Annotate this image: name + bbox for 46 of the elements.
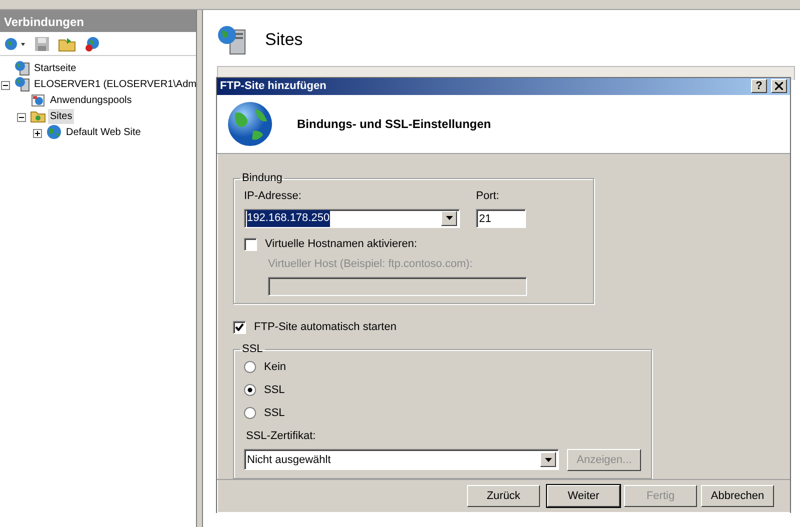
field-label: IP-Adresse: xyxy=(244,189,302,204)
globe-connect-icon[interactable] xyxy=(4,36,26,52)
page-title: Sites xyxy=(265,29,303,52)
port-field[interactable]: 21 xyxy=(476,208,526,228)
close-icon xyxy=(775,82,783,90)
checkbox-label: Virtuelle Hostnamen aktivieren: xyxy=(265,236,418,252)
field-label: SSL-Zertifikat: xyxy=(246,429,317,444)
radio-label: Kein xyxy=(264,360,286,375)
field-label: Virtueller Host (Beispiel: ftp.contoso.com): xyxy=(268,257,474,272)
folder-arrow-icon[interactable] xyxy=(58,36,76,52)
app-pool-icon xyxy=(30,92,46,108)
checkbox[interactable] xyxy=(244,238,257,251)
tree-item[interactable]: Startseite xyxy=(32,60,78,76)
dialog-title: FTP-Site hinzufügen xyxy=(220,79,326,94)
globe-page-icon xyxy=(14,60,30,76)
save-icon[interactable] xyxy=(34,36,50,52)
radio-label: SSL xyxy=(264,382,285,398)
radio-button[interactable] xyxy=(244,384,256,396)
wizard-button[interactable]: Weiter xyxy=(547,484,620,507)
radio-button[interactable] xyxy=(244,360,256,373)
dialog-heading: Bindungs- und SSL-Einstellungen xyxy=(297,116,491,133)
radio-label: SSL xyxy=(264,406,285,421)
globe-disconnect-icon[interactable] xyxy=(84,36,102,52)
tree-item[interactable]: Sites xyxy=(48,108,74,124)
radio-button[interactable] xyxy=(244,406,256,419)
server-icon xyxy=(14,76,30,92)
group-label: SSL xyxy=(241,344,264,356)
close-button[interactable] xyxy=(771,79,787,94)
globe-icon xyxy=(46,124,62,140)
group-label: Bindung xyxy=(241,173,284,184)
help-button[interactable]: ? xyxy=(751,79,767,94)
panel-title: Verbindungen xyxy=(0,10,196,32)
field-label: Port: xyxy=(476,189,500,204)
wizard-button[interactable]: Abbrechen xyxy=(701,484,774,507)
collapse-icon[interactable] xyxy=(17,110,28,122)
ip-address-dropdown[interactable]: 192.168.178.250 xyxy=(244,208,460,228)
checkbox[interactable] xyxy=(233,320,246,334)
tree-item[interactable]: Default Web Site xyxy=(64,124,143,140)
tree-item[interactable]: ELOSERVER1 (ELOSERVER1\Adm xyxy=(32,76,196,92)
expand-icon[interactable] xyxy=(33,126,44,138)
collapse-icon[interactable] xyxy=(1,78,12,90)
tree-item[interactable]: Anwendungspools xyxy=(48,92,134,108)
globe-icon xyxy=(227,100,273,147)
checkbox-label: FTP-Site automatisch starten xyxy=(254,320,396,335)
wizard-button[interactable]: Zurück xyxy=(467,484,540,507)
certificate-dropdown[interactable]: Nicht ausgewählt xyxy=(244,449,560,470)
